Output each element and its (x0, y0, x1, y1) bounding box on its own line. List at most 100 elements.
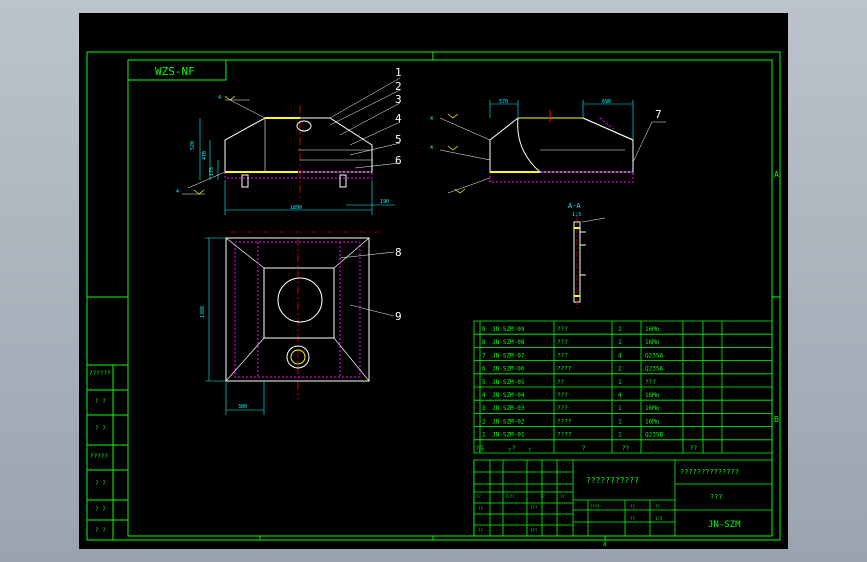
bom-cell-material: Q235A (645, 352, 663, 359)
weld-symbol-4: 4 (430, 145, 433, 151)
bom-cell-code: JN-SZM-09 (492, 326, 525, 333)
dim-front-height2: 470 (202, 151, 208, 160)
bom-cell-name: ??? (557, 339, 568, 346)
bom-cell-material: 16Mn (645, 405, 660, 412)
cad-viewport: A B 8 ?????? ? ? ? ? ????? ? ? ? ? ? ? W… (0, 0, 867, 562)
weld-symbol-3: 4 (430, 116, 433, 122)
bom-cell-qty: 4 (618, 352, 622, 359)
tb-b2: ?? (540, 494, 545, 499)
bom-cell-no: 6 (482, 366, 486, 373)
bom-header-cell: ? (582, 445, 586, 452)
bom-cell-name: ???? (557, 366, 572, 373)
bom-cell-name: ??? (557, 392, 568, 399)
bom-cell-qty: 2 (618, 366, 622, 373)
callout-4: 4 (395, 112, 402, 125)
tb-b3: ?? (560, 494, 565, 499)
section-label: A-A (568, 202, 581, 210)
tb-c0: ?? (478, 506, 483, 511)
title-tag: WZS-NF (155, 65, 195, 78)
left-strip-1: ?????? (89, 370, 111, 377)
left-strip-4: ????? (90, 453, 108, 460)
tb-a2: ? (528, 448, 531, 454)
tb-a0: ?? (478, 448, 484, 454)
bom-cell-code: JN-SZM-07 (492, 352, 525, 359)
bom-cell-material: 16Mn (645, 392, 660, 399)
bom-header-cell: ? (512, 445, 516, 452)
bom-cell-material: 16Mn (645, 418, 660, 425)
dim-side-top-left: 570 (499, 99, 508, 105)
bom-cell-qty: 2 (618, 326, 622, 333)
tb-d2: ?? (655, 504, 660, 509)
bom-cell-no: 2 (482, 418, 486, 425)
callout-5: 5 (395, 133, 402, 146)
bom-cell-qty: 1 (618, 432, 622, 439)
tb-d1: ?? (630, 504, 635, 509)
title-subtitle: ??? (710, 493, 723, 501)
bom-cell-code: JN-SZM-02 (492, 418, 525, 425)
bom-cell-no: 3 (482, 405, 486, 412)
bom-cell-name: ???? (557, 418, 572, 425)
weld-symbol-2: 4 (176, 189, 179, 195)
callout-9: 9 (395, 310, 402, 323)
zone-letter-b: B (774, 415, 779, 424)
dim-plan-bottom: 380 (238, 404, 247, 410)
tb-a1: ? (508, 448, 511, 454)
bom-cell-qty: 1 (618, 418, 622, 425)
bom-cell-material: Q235A (645, 366, 663, 373)
bom-cell-code: JN-SZM-06 (492, 366, 525, 373)
tb-f0: ?? (478, 528, 483, 533)
bom-cell-qty: 1 (618, 405, 622, 412)
dim-front-right: 190 (380, 199, 389, 205)
bom-cell-qty: 1 (618, 379, 622, 386)
left-strip-2: ? ? (95, 398, 106, 405)
left-strip-3: ? ? (95, 425, 106, 432)
tb-c1: ??? (530, 505, 538, 510)
callout-1: 1 (395, 66, 402, 79)
tb-b1: ???? (505, 494, 515, 499)
bom-cell-code: JN-SZM-01 (492, 432, 525, 439)
callout-2: 2 (395, 80, 402, 93)
tb-f1: ??? (530, 528, 538, 533)
bom-cell-qty: 1 (618, 339, 622, 346)
dim-plan-height: 1380 (200, 306, 206, 318)
drawing-sheet: A B 8 ?????? ? ? ? ? ????? ? ? ? ? ? ? W… (79, 13, 788, 549)
bom-cell-material: 16Mn (645, 339, 660, 346)
callout-8: 8 (395, 246, 402, 259)
tb-e0: ?? (630, 516, 635, 521)
bom-header-cell: ?? (690, 445, 698, 452)
dim-front-height3: 175 (209, 167, 215, 176)
dim-side-top-right: 690 (602, 99, 611, 105)
bom-cell-name: ??? (557, 352, 568, 359)
dim-front-height: 520 (190, 141, 196, 150)
bom-cell-no: 7 (482, 352, 486, 359)
bom-cell-material: 16Mn (645, 326, 660, 333)
zone-number-8: 8 (603, 541, 607, 548)
bom-cell-material: Q235B (645, 432, 663, 439)
tb-e1: 1:5 (655, 516, 663, 521)
callout-6: 6 (395, 154, 402, 167)
title-main: ??????????? (586, 476, 639, 485)
bom-cell-name: ??? (557, 405, 568, 412)
left-strip-6: ? ? (95, 506, 106, 513)
section-scale: 1:3 (572, 212, 581, 218)
bom-cell-code: JN-SZM-05 (492, 379, 525, 386)
bom-cell-no: 1 (482, 432, 486, 439)
bom-cell-code: JN-SZM-04 (492, 392, 525, 399)
weld-symbol-1: 4 (218, 95, 221, 101)
bom-cell-code: JN-SZM-08 (492, 339, 525, 346)
zone-letter-a: A (774, 170, 779, 179)
bom-cell-material: ??? (645, 379, 656, 386)
bom-cell-no: 9 (482, 326, 486, 333)
dim-front-width: 1890 (290, 205, 302, 211)
left-strip-7: ? ? (95, 527, 106, 534)
bom-cell-name: ???? (557, 432, 572, 439)
bom-cell-no: 5 (482, 379, 486, 386)
bom-cell-no: 4 (482, 392, 486, 399)
tb-d0: ???? (590, 504, 600, 509)
left-strip-5: ? ? (95, 480, 106, 487)
bom-cell-code: JN-SZM-03 (492, 405, 525, 412)
callout-7: 7 (655, 108, 662, 121)
bom-cell-name: ?? (557, 379, 565, 386)
bom-header-cell: ?? (622, 445, 630, 452)
bom-cell-qty: 4 (618, 392, 622, 399)
